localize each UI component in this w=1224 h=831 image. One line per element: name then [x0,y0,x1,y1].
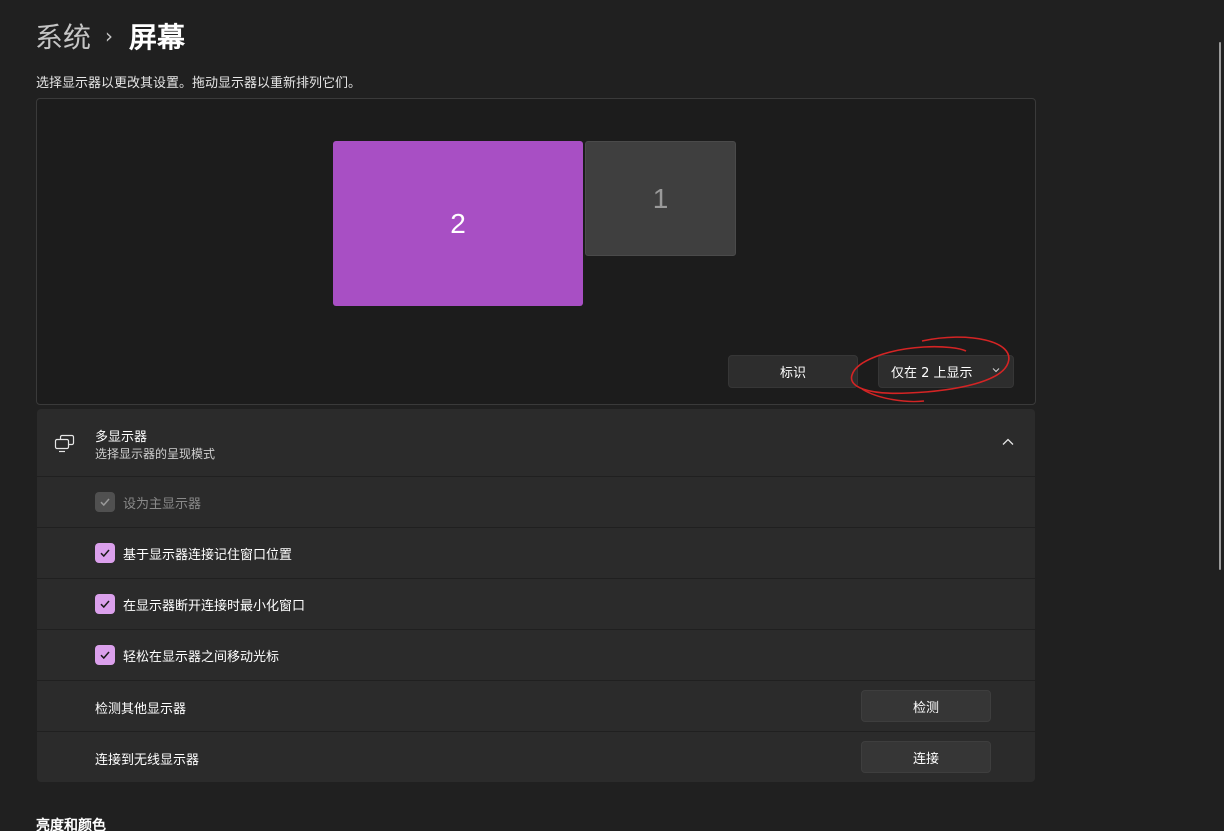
monitor-1-number: 1 [652,182,669,214]
monitor-2-tile[interactable]: 2 [333,141,583,306]
page-title: 屏幕 [129,21,186,54]
detect-displays-row: 检测其他显示器 检测 [37,681,1035,731]
minimize-windows-row: 在显示器断开连接时最小化窗口 [37,579,1035,629]
identify-button[interactable]: 标识 [728,355,858,388]
chevron-up-icon[interactable] [1001,435,1015,449]
breadcrumb: 系统 › 屏幕 [35,14,185,58]
checkmark-icon [100,549,110,558]
wireless-display-row: 连接到无线显示器 连接 [37,732,1035,782]
multiple-monitors-icon [54,434,75,453]
connect-button[interactable]: 连接 [861,741,991,773]
ease-cursor-movement-label: 轻松在显示器之间移动光标 [123,650,280,665]
chevron-down-icon [992,368,1000,373]
minimize-windows-label: 在显示器断开连接时最小化窗口 [123,599,306,614]
display-settings-page: 系统 › 屏幕 选择显示器以更改其设置。拖动显示器以重新排列它们。 2 1 标识… [0,0,1224,831]
remember-window-locations-checkbox[interactable] [95,543,115,563]
checkmark-icon [100,498,110,507]
checkmark-icon [100,600,110,609]
brightness-color-heading: 亮度和颜色 [36,818,106,831]
detect-button[interactable]: 检测 [861,690,991,722]
ease-cursor-movement-checkbox[interactable] [95,645,115,665]
remember-window-locations-label: 基于显示器连接记住窗口位置 [123,548,293,563]
display-mode-value: 仅在 2 上显示 [891,366,973,381]
breadcrumb-system-link[interactable]: 系统 [35,16,91,56]
monitor-1-tile[interactable]: 1 [585,141,736,256]
wireless-display-label: 连接到无线显示器 [95,753,200,768]
checkmark-icon [100,651,110,660]
make-main-display-checkbox[interactable] [95,492,115,512]
detect-displays-label: 检测其他显示器 [95,702,187,717]
monitor-2-number: 2 [450,207,466,239]
multi-display-section: 多显示器 选择显示器的呈现模式 设为主显示器 基于显示器连接记住窗口位置 在显示… [37,409,1035,782]
multi-display-title: 多显示器 [95,430,148,445]
monitor-arrangement-panel: 2 1 标识 仅在 2 上显示 [36,98,1036,405]
ease-cursor-movement-row: 轻松在显示器之间移动光标 [37,630,1035,680]
multi-display-subtitle: 选择显示器的呈现模式 [95,447,216,461]
remember-window-locations-row: 基于显示器连接记住窗口位置 [37,528,1035,578]
make-main-display-label: 设为主显示器 [123,497,202,512]
multi-display-header[interactable]: 多显示器 选择显示器的呈现模式 [37,409,1035,476]
breadcrumb-chevron-icon: › [105,24,114,48]
make-main-display-row: 设为主显示器 [37,477,1035,527]
scrollbar-thumb[interactable] [1219,42,1221,570]
minimize-windows-checkbox[interactable] [95,594,115,614]
display-mode-dropdown[interactable]: 仅在 2 上显示 [878,355,1014,388]
arrange-instructions: 选择显示器以更改其设置。拖动显示器以重新排列它们。 [36,76,362,91]
